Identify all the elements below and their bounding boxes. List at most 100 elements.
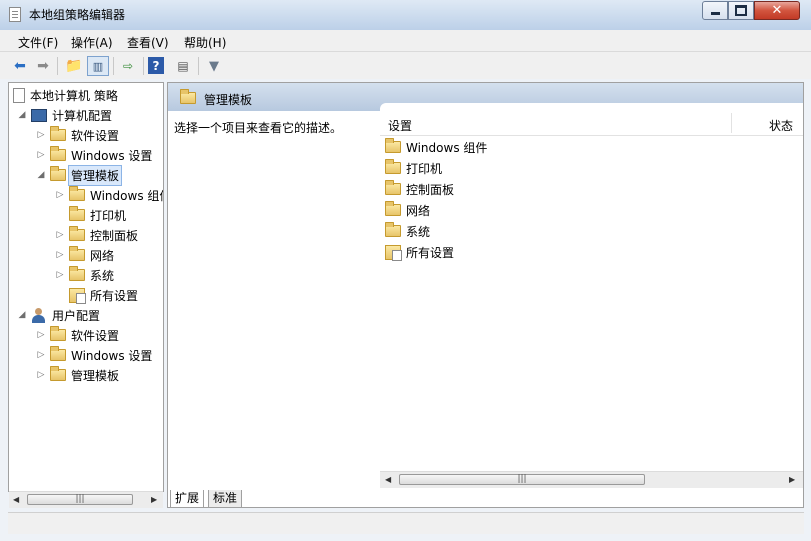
tree-node-admin-templates[interactable]: ◢ 管理模板 (36, 164, 123, 186)
tree-pane-icon[interactable]: ▥ (87, 56, 109, 76)
folder-icon (69, 246, 85, 261)
tree-node-windows-components[interactable]: ▷ Windows 组件 (55, 185, 164, 205)
menu-view[interactable]: 查看(V) (127, 34, 169, 51)
tree-node-root[interactable]: 本地计算机 策略 (13, 85, 118, 105)
details-pane: 管理模板 选择一个项目来查看它的描述。 设置 状态 Windows 组件 打印机… (167, 82, 804, 508)
list-item[interactable]: 打印机 (385, 158, 442, 178)
tab-standard[interactable]: 标准 (208, 490, 243, 508)
tree-node-user-software[interactable]: ▷ 软件设置 (36, 325, 119, 345)
column-header-status[interactable]: 状态 (769, 117, 793, 134)
expanded-arrow-icon[interactable]: ◢ (17, 110, 27, 120)
tree-node-label: 系统 (90, 268, 115, 283)
column-header-row: 设置 状态 (380, 111, 803, 136)
collapsed-arrow-icon[interactable]: ▷ (55, 230, 65, 240)
tree-node-label: 控制面板 (90, 228, 139, 243)
folder-icon (50, 126, 66, 141)
arrow-right-icon[interactable]: ➡ (32, 56, 54, 76)
collapsed-arrow-icon[interactable]: ▷ (55, 270, 65, 280)
folder-icon (180, 89, 196, 104)
export-list-icon[interactable]: ⇨ (117, 56, 139, 76)
help-icon[interactable]: ? (148, 57, 164, 74)
folder-icon (69, 266, 85, 281)
tree-node-control-panel[interactable]: ▷ 控制面板 (55, 225, 138, 245)
scroll-left-icon[interactable]: ◀ (385, 475, 391, 484)
column-header-setting[interactable]: 设置 (388, 117, 412, 134)
collapsed-arrow-icon[interactable]: ▷ (55, 250, 65, 260)
folder-icon (69, 186, 85, 201)
collapsed-arrow-icon[interactable]: ▷ (36, 370, 46, 380)
list-item-label: 网络 (406, 203, 431, 218)
scroll-right-icon[interactable]: ▶ (789, 475, 795, 484)
folder-up-icon[interactable]: 📁 (63, 56, 85, 76)
tree-node-windows-settings[interactable]: ▷ Windows 设置 (36, 145, 152, 165)
collapsed-arrow-icon[interactable]: ▷ (36, 130, 46, 140)
folder-icon (385, 180, 401, 195)
tree-node-label: 用户配置 (52, 308, 101, 323)
folder-icon (50, 166, 66, 181)
view-tabs: 扩展 标准 (168, 490, 468, 508)
tree-node-label: 管理模板 (68, 164, 123, 186)
scrollbar-thumb[interactable]: ||| (399, 474, 645, 485)
folder-icon (385, 222, 401, 237)
expanded-arrow-icon[interactable]: ◢ (36, 170, 46, 180)
tree-node-network[interactable]: ▷ 网络 (55, 245, 114, 265)
details-horizontal-scrollbar[interactable]: ◀ ||| ▶ (380, 471, 803, 488)
window-title: 本地组策略编辑器 (29, 8, 126, 22)
policy-document-icon (13, 87, 25, 103)
collapsed-arrow-icon[interactable]: ▷ (36, 150, 46, 160)
close-button[interactable]: ✕ (754, 1, 800, 20)
list-item-label: 系统 (406, 224, 431, 239)
list-item-label: 打印机 (406, 161, 443, 176)
tree-node-all-settings[interactable]: 所有设置 (55, 285, 138, 305)
scroll-left-icon[interactable]: ◀ (13, 495, 19, 504)
list-item[interactable]: 所有设置 (385, 242, 454, 262)
list-item[interactable]: 网络 (385, 200, 430, 220)
tree-node-label: Windows 设置 (71, 148, 153, 163)
tree-node-label: 管理模板 (71, 368, 120, 383)
settings-list-area (380, 103, 803, 503)
folder-icon (69, 206, 85, 221)
tab-extended[interactable]: 扩展 (170, 490, 205, 508)
expanded-arrow-icon[interactable]: ◢ (17, 310, 27, 320)
tree-node-printers[interactable]: 打印机 (55, 205, 126, 225)
scrollbar-thumb[interactable]: ||| (27, 494, 133, 505)
list-item[interactable]: 系统 (385, 221, 430, 241)
minimize-button[interactable] (702, 1, 728, 20)
collapsed-arrow-icon[interactable]: ▷ (36, 350, 46, 360)
menu-file[interactable]: 文件(F) (18, 34, 58, 51)
tree-node-label: 计算机配置 (52, 108, 113, 123)
tree-node-user[interactable]: ◢ 用户配置 (17, 305, 100, 325)
tree-node-software[interactable]: ▷ 软件设置 (36, 125, 119, 145)
tree-node-label: 打印机 (90, 208, 127, 223)
list-item[interactable]: Windows 组件 (385, 137, 487, 157)
list-item[interactable]: 控制面板 (385, 179, 454, 199)
collapsed-arrow-icon[interactable]: ▷ (36, 330, 46, 340)
title-bar: 本地组策略编辑器 ✕ (0, 0, 811, 30)
tree-node-label: 所有设置 (90, 288, 139, 303)
tree-pane: 本地计算机 策略 ◢ 计算机配置 ▷ 软件设置 ▷ Windows 设置 ◢ 管… (8, 82, 164, 492)
tree-node-label: 本地计算机 策略 (30, 88, 118, 103)
filter-icon[interactable]: ▼ (203, 56, 225, 76)
arrow-left-icon[interactable]: ⬅ (9, 56, 31, 76)
list-item-label: 所有设置 (406, 245, 455, 260)
scroll-right-icon[interactable]: ▶ (151, 495, 157, 504)
tree-node-label: Windows 组件 (90, 188, 164, 203)
maximize-button[interactable] (728, 1, 754, 20)
menu-bar: 文件(F) 操作(A) 查看(V) 帮助(H) (0, 30, 811, 51)
collapsed-arrow-icon[interactable]: ▷ (55, 190, 65, 200)
tree-node-user-admin-templates[interactable]: ▷ 管理模板 (36, 365, 119, 385)
app-icon (9, 7, 21, 22)
tree-node-user-windows-settings[interactable]: ▷ Windows 设置 (36, 345, 152, 365)
tree-node-computer[interactable]: ◢ 计算机配置 (17, 105, 112, 125)
tree-node-system[interactable]: ▷ 系统 (55, 265, 114, 285)
tree-horizontal-scrollbar[interactable]: ◀ ||| ▶ (9, 491, 163, 508)
menu-help[interactable]: 帮助(H) (184, 34, 226, 51)
list-item-label: Windows 组件 (406, 140, 488, 155)
computer-icon (31, 108, 47, 122)
column-divider[interactable] (731, 113, 732, 133)
folder-icon (50, 146, 66, 161)
properties-icon[interactable]: ▤ (172, 56, 194, 76)
menu-action[interactable]: 操作(A) (71, 34, 113, 51)
all-settings-icon (69, 287, 86, 304)
tree-node-label: 软件设置 (71, 328, 120, 343)
